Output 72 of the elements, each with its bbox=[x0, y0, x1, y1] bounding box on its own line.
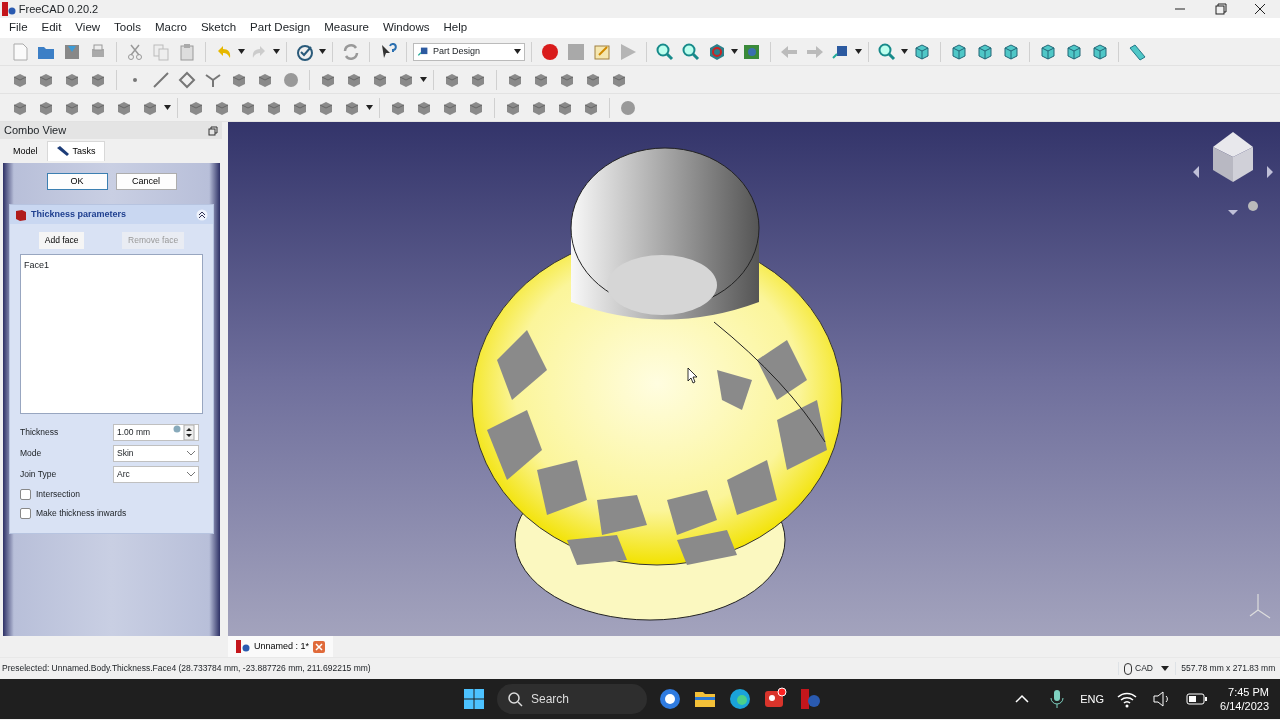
menu-item[interactable]: Edit bbox=[34, 19, 69, 37]
section-title: Thickness parameters bbox=[31, 207, 128, 221]
clock-time[interactable]: 7:45 PM bbox=[1228, 684, 1269, 699]
magnifier-icon[interactable] bbox=[655, 41, 675, 62]
tab[interactable]: Tasks bbox=[46, 140, 105, 161]
axis-icon bbox=[1249, 593, 1271, 619]
field-label: Join Type bbox=[20, 467, 58, 481]
caret-icon[interactable] bbox=[238, 49, 245, 54]
caret-icon[interactable] bbox=[366, 105, 373, 110]
window-title: FreeCAD 0.20.2 bbox=[18, 1, 100, 17]
menu-item[interactable]: Measure bbox=[317, 19, 376, 37]
mouse-icon bbox=[1124, 662, 1133, 675]
document-tab[interactable]: Unnamed : 1* bbox=[228, 636, 334, 657]
menu-item[interactable]: Tools bbox=[107, 19, 148, 37]
mouse-cursor-icon bbox=[687, 367, 698, 384]
tab[interactable]: Model bbox=[4, 140, 47, 161]
search-field[interactable]: Search bbox=[497, 684, 647, 714]
spinner-arrows-icon[interactable] bbox=[173, 424, 195, 440]
magnifier-icon[interactable] bbox=[681, 41, 701, 62]
caret-icon[interactable] bbox=[731, 49, 738, 54]
magnifier-icon[interactable] bbox=[877, 41, 897, 62]
app-logo-icon bbox=[2, 2, 16, 16]
windows-start-icon[interactable] bbox=[462, 687, 486, 711]
field-label: Mode bbox=[20, 446, 43, 460]
list-item[interactable]: Face1 bbox=[24, 258, 199, 273]
chevron-down-icon[interactable] bbox=[187, 471, 195, 477]
menu-item[interactable]: View bbox=[68, 19, 108, 37]
panel-title: Combo View bbox=[4, 123, 67, 139]
status-message: Preselected: Unnamed.Body.Thickness.Face4 (28.733784 mm, -23.887726 mm, 211.692215 mm) bbox=[2, 662, 372, 675]
hexagon-icon[interactable] bbox=[707, 41, 727, 62]
caret-icon[interactable] bbox=[901, 49, 908, 54]
chevron-down-icon[interactable] bbox=[187, 450, 195, 456]
app-logo-icon bbox=[236, 640, 250, 653]
line-icon[interactable] bbox=[151, 69, 171, 90]
checkbox[interactable]: Make thickness inwards bbox=[20, 503, 203, 523]
refresh-icon[interactable] bbox=[341, 41, 361, 62]
caret-icon[interactable] bbox=[420, 77, 427, 82]
pencil-icon bbox=[55, 145, 70, 158]
caret-icon[interactable] bbox=[514, 49, 521, 54]
navigation-cube-icon[interactable] bbox=[1193, 132, 1273, 215]
caret-icon[interactable] bbox=[273, 49, 280, 54]
field-label: Thickness bbox=[20, 425, 60, 439]
language-indicator[interactable]: ENG bbox=[1080, 690, 1105, 708]
app-logo-icon[interactable] bbox=[798, 687, 822, 711]
navigation-style-select[interactable]: CAD bbox=[1117, 662, 1176, 675]
record-icon[interactable] bbox=[540, 41, 560, 62]
menu-item[interactable]: Macro bbox=[147, 19, 194, 37]
dimensions-label: 557.78 mm x 271.83 mm bbox=[1180, 662, 1277, 675]
caret-icon[interactable] bbox=[855, 49, 862, 54]
menu-item[interactable]: File bbox=[2, 19, 35, 37]
float-icon[interactable] bbox=[208, 125, 218, 136]
add-face-button[interactable]: Add face bbox=[38, 232, 85, 249]
menu-item[interactable]: Windows bbox=[375, 19, 437, 37]
clock-date[interactable]: 6/14/2023 bbox=[1220, 699, 1269, 714]
dropdown[interactable]: Skin bbox=[113, 444, 199, 462]
menu-item[interactable]: Part Design bbox=[243, 19, 318, 37]
menu-item[interactable]: Sketch bbox=[193, 19, 244, 37]
solid-icon bbox=[15, 208, 27, 221]
menu-item[interactable]: Help bbox=[436, 19, 475, 37]
cancel-button[interactable]: Cancel bbox=[115, 173, 177, 190]
dropdown[interactable]: Arc bbox=[113, 465, 199, 483]
spin-field[interactable]: 1.00 mm bbox=[113, 423, 199, 441]
collapse-icon[interactable] bbox=[196, 208, 208, 221]
caret-icon[interactable] bbox=[164, 105, 171, 110]
caret-icon[interactable] bbox=[319, 49, 326, 54]
diamond-icon[interactable] bbox=[177, 69, 197, 90]
face-list[interactable]: Face1 bbox=[20, 253, 203, 414]
caret-icon[interactable] bbox=[1161, 666, 1170, 671]
ok-button[interactable]: OK bbox=[46, 173, 108, 190]
search-icon bbox=[507, 691, 523, 707]
checkbox[interactable]: Intersection bbox=[20, 484, 203, 504]
workbench-select[interactable]: Part Design bbox=[413, 42, 525, 61]
